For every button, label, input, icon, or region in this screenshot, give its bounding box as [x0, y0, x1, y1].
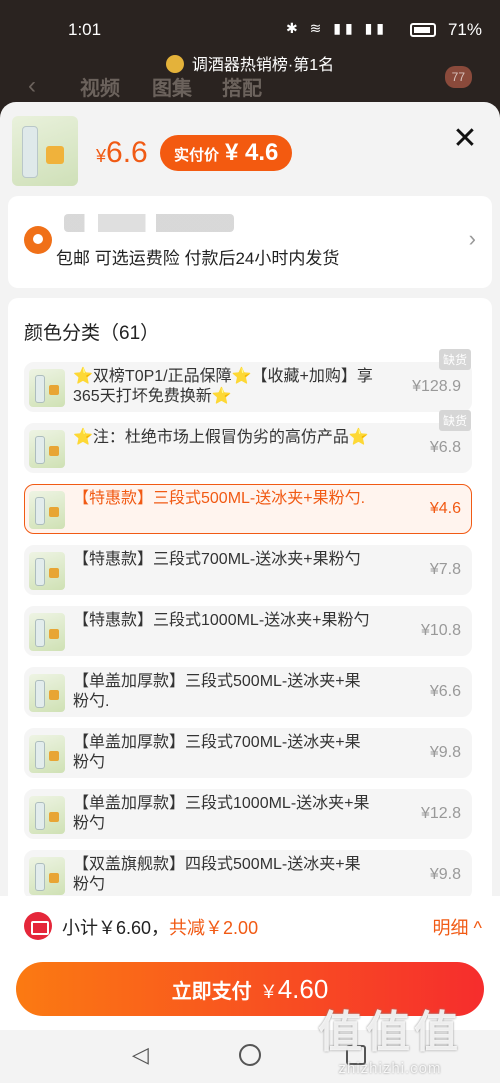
subtotal-text: 小计￥6.60，	[62, 918, 170, 938]
sku-price: ¥6.8	[429, 439, 461, 456]
sku-name: ⭐注：杜绝市场上假冒伪劣的高仿产品⭐	[73, 429, 369, 446]
sku-option[interactable]: 【单盖加厚款】三段式500ML-送冰夹+果粉勺. ¥6.6	[24, 667, 472, 717]
sku-image	[29, 552, 65, 590]
sku-name: 【特惠款】三段式1000ML-送冰夹+果粉勺	[73, 612, 370, 629]
background-nav: ‹ 视频 图集 搭配 77	[0, 64, 500, 104]
signal-icons: ✱ ≋ ▮▮ ▮▮	[286, 20, 388, 36]
tab-match: 搭配	[222, 78, 262, 100]
actual-price-badge: 实付价 ¥ 4.6	[160, 135, 293, 171]
tab-video: 视频	[80, 78, 120, 100]
sheet-header: ¥6.6 实付价 ¥ 4.6 ✕	[0, 102, 500, 192]
sku-option[interactable]: 缺货 ⭐双榜T0P1/正品保障⭐【收藏+加购】享365天打坏免费换新⭐ ¥128…	[24, 349, 472, 412]
sku-price: ¥12.8	[420, 805, 461, 822]
sku-name: 【单盖加厚款】三段式700ML-送冰夹+果粉勺	[73, 734, 361, 771]
sku-price: ¥9.8	[429, 744, 461, 761]
nav-home-icon[interactable]	[239, 1044, 261, 1066]
watermark-site: zhizhizhi.com	[338, 1060, 442, 1077]
location-pin-icon	[24, 226, 52, 254]
watermark: 值值值 zhizhizhi.com	[290, 996, 490, 1077]
sku-list: 缺货 ⭐双榜T0P1/正品保障⭐【收藏+加购】享365天打坏免费换新⭐ ¥128…	[24, 349, 472, 911]
clock: 1:01	[68, 20, 102, 39]
sku-image	[29, 735, 65, 773]
coupon-icon	[24, 912, 52, 940]
sku-section-title: 颜色分类（61）	[24, 323, 160, 344]
address-card[interactable]: ›	[8, 196, 492, 288]
sku-price: ¥128.9	[412, 378, 461, 395]
sku-name: 【单盖加厚款】三段式500ML-送冰夹+果粉勺.	[73, 673, 361, 710]
sku-name: ⭐双榜T0P1/正品保障⭐【收藏+加购】享365天打坏免费换新⭐	[73, 368, 373, 405]
sku-option[interactable]: 【特惠款】三段式1000ML-送冰夹+果粉勺 ¥10.8	[24, 606, 472, 656]
nav-back-icon[interactable]: ◁	[132, 1042, 149, 1068]
sold-out-badge: 缺货	[438, 349, 471, 370]
sku-image	[29, 857, 65, 895]
blurred-address	[64, 214, 234, 232]
battery-icon	[410, 23, 436, 37]
detail-toggle[interactable]: 明细 ^	[433, 914, 482, 940]
sku-option[interactable]: 【双盖旗舰款】四段式500ML-送冰夹+果粉勺 ¥9.8	[24, 850, 472, 900]
sku-name: 【特惠款】三段式500ML-送冰夹+果粉勺.	[73, 490, 366, 507]
discount-text: 共减￥2.00	[169, 918, 259, 938]
sku-option[interactable]: 【特惠款】三段式700ML-送冰夹+果粉勺 ¥7.8	[24, 545, 472, 595]
sku-price: ¥9.8	[429, 866, 461, 883]
chevron-right-icon: ›	[468, 226, 476, 251]
sku-image	[29, 674, 65, 712]
cart-count-badge: 77	[444, 66, 472, 88]
close-icon[interactable]: ✕	[450, 124, 480, 154]
status-bar: 1:01 ✱ ≋ ▮▮ ▮▮ 71%	[0, 0, 500, 56]
pay-button-label: 立即支付	[171, 981, 252, 1003]
sku-option[interactable]: 缺货 ⭐注：杜绝市场上假冒伪劣的高仿产品⭐ ¥6.8	[24, 410, 472, 473]
sku-name: 【特惠款】三段式700ML-送冰夹+果粉勺	[73, 551, 361, 568]
sku-option-selected[interactable]: 【特惠款】三段式500ML-送冰夹+果粉勺. ¥4.6	[24, 484, 472, 534]
sku-image	[29, 796, 65, 834]
sku-option[interactable]: 【单盖加厚款】三段式1000ML-送冰夹+果粉勺 ¥12.8	[24, 789, 472, 839]
sku-option[interactable]: 【单盖加厚款】三段式700ML-送冰夹+果粉勺 ¥9.8	[24, 728, 472, 778]
product-price: ¥6.6	[96, 136, 148, 169]
sold-out-badge: 缺货	[438, 410, 471, 431]
sku-image	[29, 491, 65, 529]
sku-selection-sheet: ¥6.6 实付价 ¥ 4.6 ✕ › 包邮 可选运费险 付款后24小时内发货 颜色…	[0, 102, 500, 1027]
sku-price: ¥7.8	[429, 561, 461, 578]
subtotal: 小计￥6.60，共减￥2.00	[62, 914, 258, 940]
sku-price: ¥4.6	[429, 500, 461, 517]
sku-image	[29, 613, 65, 651]
shipping-info: 包邮 可选运费险 付款后24小时内发货	[56, 249, 340, 268]
tab-gallery: 图集	[152, 78, 192, 100]
sku-price: ¥10.8	[420, 622, 461, 639]
product-thumbnail[interactable]	[12, 116, 78, 186]
sku-name: 【双盖旗舰款】四段式500ML-送冰夹+果粉勺	[73, 856, 361, 893]
battery-level: 71%	[447, 20, 482, 39]
sku-image	[29, 369, 65, 407]
watermark-logo: 值值值	[318, 1008, 462, 1057]
sku-price: ¥6.6	[429, 683, 461, 700]
back-icon: ‹	[28, 72, 36, 99]
sku-image	[29, 430, 65, 468]
sku-name: 【单盖加厚款】三段式1000ML-送冰夹+果粉勺	[73, 795, 370, 832]
